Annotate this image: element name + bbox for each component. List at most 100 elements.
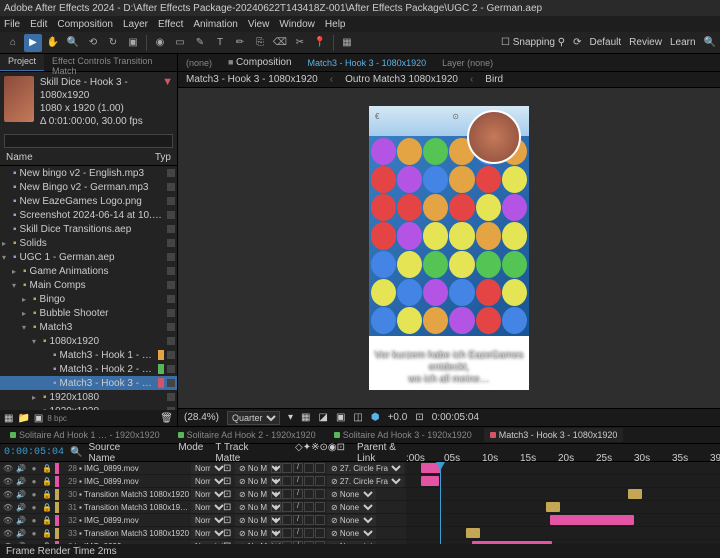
preview-content: € ⊙ Vor kurzem habe ich EazeGames entdec… [369, 106, 529, 390]
layer-row[interactable]: 👁🔊●🔒34▪ IMG_0899.movNorr⊡⊘ No M✦/⊘ None [0, 540, 720, 544]
tree-item[interactable]: ▪Skill Dice Transitions.aep [0, 222, 177, 236]
tree-item[interactable]: ▪New bingo v2 - English.mp3 [0, 166, 177, 180]
menu-animation[interactable]: Animation [193, 19, 237, 30]
zoom-tool-icon[interactable]: 🔍 [64, 34, 82, 52]
eraser-tool-icon[interactable]: ⌫ [271, 34, 289, 52]
project-panel: Project Effect Controls Transition Match… [0, 54, 178, 426]
menu-file[interactable]: File [4, 19, 20, 30]
search-icon[interactable]: 🔍 [70, 447, 82, 458]
brush-tool-icon[interactable]: ✏ [231, 34, 249, 52]
tree-item[interactable]: ▾▪Match3 [0, 320, 177, 334]
tree-item[interactable]: ▸▪1920x1080 [0, 390, 177, 404]
workspace-review[interactable]: Review [629, 37, 662, 48]
tree-item[interactable]: ▾▪UGC 1 - German.aep [0, 250, 177, 264]
tree-item[interactable]: ▪Match3 - Hook 2 - 1080x1920 [0, 362, 177, 376]
type-column[interactable]: Typ [155, 152, 171, 163]
snapping-checkbox[interactable]: ☐ Snapping ⚲ [501, 37, 565, 48]
project-search-input[interactable] [4, 134, 173, 148]
bin-icon[interactable]: 📁 [17, 413, 29, 424]
menu-window[interactable]: Window [279, 19, 315, 30]
trash-icon[interactable]: 🗑 [160, 413, 173, 424]
project-tab[interactable]: Project [0, 54, 44, 71]
timeline-layers[interactable]: 👁🔊●🔒28▪ IMG_0899.movNorr⊡⊘ No M✦/⊘ 27. C… [0, 462, 720, 544]
pen-tool-icon[interactable]: ✎ [191, 34, 209, 52]
tree-item[interactable]: ▪New Bingo v2 - German.mp3 [0, 180, 177, 194]
playhead[interactable] [440, 462, 441, 544]
home-icon[interactable]: ⌂ [4, 34, 22, 52]
tree-item[interactable]: ▸▪Bingo [0, 292, 177, 306]
layer-row[interactable]: 👁🔊●🔒31▪ Transition Match3 1080x1920 2Nor… [0, 501, 720, 514]
text-tool-icon[interactable]: T [211, 34, 229, 52]
search-icon[interactable]: 🔍 [704, 37, 716, 48]
layer-row[interactable]: 👁🔊●🔒28▪ IMG_0899.movNorr⊡⊘ No M✦/⊘ 27. C… [0, 462, 720, 475]
hand-tool-icon[interactable]: ✋ [44, 34, 62, 52]
comp-none: (none) [182, 56, 216, 70]
active-comp-tab[interactable]: Match3 - Hook 3 - 1080x1920 [304, 56, 431, 70]
tree-item[interactable]: ▪Match3 - Hook 3 - 1080x1920 [0, 376, 177, 390]
mask-icon[interactable]: ◪ [319, 412, 328, 423]
menu-layer[interactable]: Layer [123, 19, 148, 30]
tree-item[interactable]: ▪Match3 - Hook 1 - 1080x1920 [0, 348, 177, 362]
composition-viewer[interactable]: € ⊙ Vor kurzem habe ich EazeGames entdec… [178, 88, 720, 408]
workspace-default[interactable]: Default [589, 37, 621, 48]
tree-item[interactable]: ▸▪Game Animations [0, 264, 177, 278]
rect-tool-icon[interactable]: ▭ [171, 34, 189, 52]
roto-tool-icon[interactable]: ✂ [291, 34, 309, 52]
breadcrumb-item[interactable]: Match3 - Hook 3 - 1080x1920 [186, 74, 318, 85]
snapshot-icon[interactable]: ⬢ [371, 412, 380, 423]
menu-composition[interactable]: Composition [57, 19, 113, 30]
layer-row[interactable]: 👁🔊●🔒33▪ Transition Match3 1080x1920Norr⊡… [0, 527, 720, 540]
camera-tool-icon[interactable]: ▣ [124, 34, 142, 52]
name-column[interactable]: Name [6, 152, 33, 163]
tree-item[interactable]: ▾▪Main Comps [0, 278, 177, 292]
title-bar: Adobe After Effects 2024 - D:\After Effe… [0, 0, 720, 16]
layer-row[interactable]: 👁🔊●🔒29▪ IMG_0899.movNorr⊡⊘ No M✦/⊘ 27. C… [0, 475, 720, 488]
toggle-alpha-icon[interactable]: ▣ [336, 412, 345, 423]
timeline-tab[interactable]: Solitaire Ad Hook 3 - 1920x1920 [328, 428, 478, 442]
tree-item[interactable]: ▪Screenshot 2024-06-14 at 10.21.png [0, 208, 177, 222]
menu-bar: File Edit Composition Layer Effect Animation V… [0, 16, 720, 32]
timeline-tab[interactable]: Solitaire Ad Hook 1 … - 1920x1920 [4, 428, 166, 442]
rotate-tool-icon[interactable]: ↻ [104, 34, 122, 52]
menu-effect[interactable]: Effect [158, 19, 183, 30]
layer-tab[interactable]: Layer (none) [438, 56, 497, 70]
breadcrumb-item[interactable]: Outro Match3 1080x1920 [345, 74, 458, 85]
current-time[interactable]: 0:00:05:04 [432, 412, 479, 423]
composition-label: ■ Composition [224, 55, 296, 70]
breadcrumb-item[interactable]: Bird [485, 74, 503, 85]
puppet-tool-icon[interactable]: 📍 [311, 34, 329, 52]
layer-row[interactable]: 👁🔊●🔒30▪ Transition Match3 1080x1920Norr⊡… [0, 488, 720, 501]
project-tree[interactable]: ▪New bingo v2 - English.mp3▪New Bingo v2… [0, 166, 177, 410]
tree-item[interactable]: ▸▪Bubble Shooter [0, 306, 177, 320]
menu-edit[interactable]: Edit [30, 19, 47, 30]
workspace-learn[interactable]: Learn [670, 37, 696, 48]
region-icon[interactable]: ◫ [353, 412, 362, 423]
toggle-icon[interactable]: ▦ [338, 34, 356, 52]
pan-behind-tool-icon[interactable]: ◉ [151, 34, 169, 52]
breadcrumb[interactable]: Match3 - Hook 3 - 1080x1920‹Outro Match3… [178, 72, 720, 88]
interpret-icon[interactable]: ▦ [4, 413, 13, 424]
viewer-controls: (28.4%) Quarter ▾ ▦ ◪ ▣ ◫ ⬢ +0.0 ⊡ 0:00:… [178, 408, 720, 426]
resolution-select[interactable]: Quarter [227, 411, 280, 425]
menu-help[interactable]: Help [325, 19, 346, 30]
tree-item[interactable]: ▾▪1080x1920 [0, 334, 177, 348]
clone-tool-icon[interactable]: ⎘ [251, 34, 269, 52]
effect-controls-tab[interactable]: Effect Controls Transition Match [44, 54, 177, 71]
timeline-panel: 0:00:05:04 🔍 Source Name Mode T Track Ma… [0, 444, 720, 558]
offset-value[interactable]: +0.0 [388, 412, 408, 423]
layer-row[interactable]: 👁🔊●🔒32▪ IMG_0899.movNorr⊡⊘ No M✦/⊘ None [0, 514, 720, 527]
toolbar: ⌂ ▶ ✋ 🔍 ⟲ ↻ ▣ ◉ ▭ ✎ T ✏ ⎘ ⌫ ✂ 📍 ▦ ☐ Snap… [0, 32, 720, 54]
zoom-level[interactable]: (28.4%) [184, 412, 219, 423]
tree-item[interactable]: ▪New EazeGames Logo.png [0, 194, 177, 208]
grid-icon[interactable]: ▦ [301, 412, 310, 423]
render-time: Frame Render Time 2ms [6, 546, 117, 557]
new-comp-icon[interactable]: ▣ [34, 413, 43, 424]
selection-tool-icon[interactable]: ▶ [24, 34, 42, 52]
orbit-tool-icon[interactable]: ⟲ [84, 34, 102, 52]
timeline-tab[interactable]: Match3 - Hook 3 - 1080x1920 [484, 428, 624, 442]
timeline-tab[interactable]: Solitaire Ad Hook 2 - 1920x1920 [172, 428, 322, 442]
timeline-timecode[interactable]: 0:00:05:04 [4, 447, 64, 458]
timecode-icon[interactable]: ⊡ [415, 412, 423, 423]
tree-item[interactable]: ▸▪Solids [0, 236, 177, 250]
menu-view[interactable]: View [248, 19, 270, 30]
